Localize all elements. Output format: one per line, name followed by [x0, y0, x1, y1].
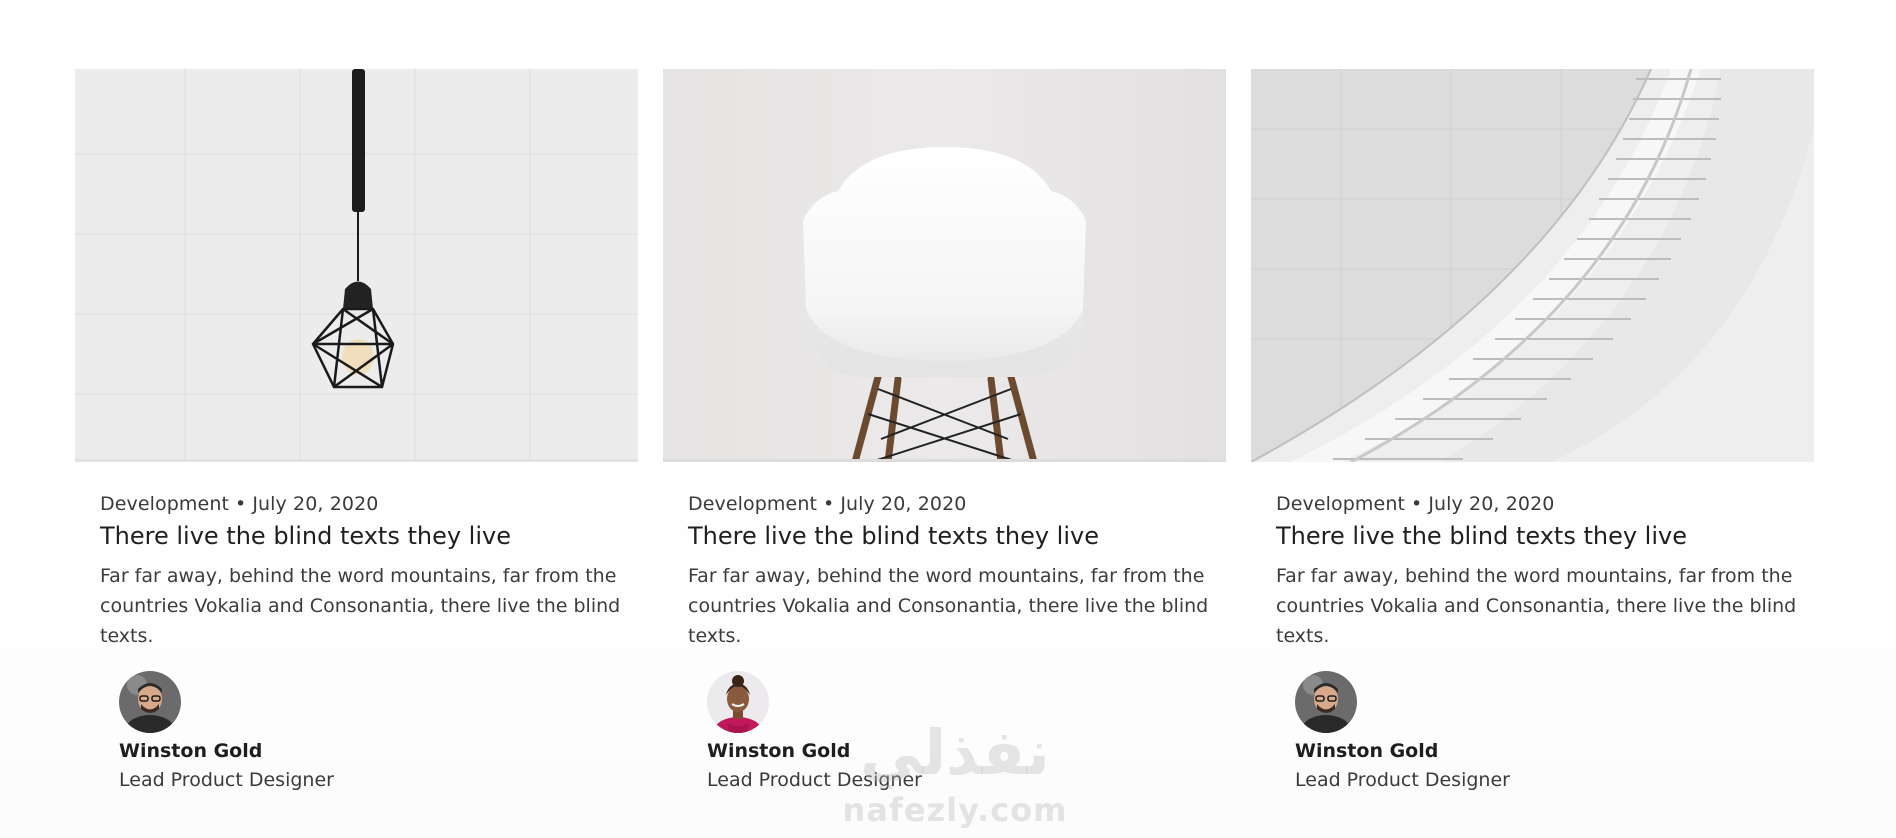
blog-card: Development • July 20, 2020 There live the…: [1251, 69, 1814, 795]
blog-card-list: Development • July 20, 2020 There live the…: [75, 69, 1814, 795]
post-excerpt: Far far away, behind the word mountains,…: [688, 565, 1209, 647]
post-excerpt: Far far away, behind the word mountains,…: [1276, 565, 1797, 647]
post-title[interactable]: There live the blind texts they live: [688, 521, 1226, 551]
watermark-latin: nafezly.com: [842, 791, 1068, 829]
spiral-staircase-image[interactable]: [1251, 69, 1814, 462]
post-title[interactable]: There live the blind texts they live: [1276, 521, 1814, 551]
post-meta: Development • July 20, 2020: [1276, 492, 1814, 516]
author-block: Winston Gold Lead Product Designer: [1295, 671, 1814, 795]
post-meta: Development • July 20, 2020: [100, 492, 638, 516]
blog-card: Development • July 20, 2020 There live the…: [663, 69, 1226, 795]
pendant-lamp-image[interactable]: [75, 69, 638, 462]
author-role: Lead Product Designer: [119, 769, 334, 791]
author-role: Lead Product Designer: [707, 769, 922, 791]
post-meta: Development • July 20, 2020: [688, 492, 1226, 516]
post-date: July 20, 2020: [1428, 493, 1555, 515]
post-category[interactable]: Development: [100, 493, 229, 515]
avatar[interactable]: [1295, 671, 1357, 733]
post-date: July 20, 2020: [840, 493, 967, 515]
author-name[interactable]: Winston Gold: [119, 737, 638, 765]
author-role: Lead Product Designer: [1295, 769, 1510, 791]
author-block: Winston Gold Lead Product Designer: [707, 671, 1226, 795]
avatar[interactable]: [119, 671, 181, 733]
author-name[interactable]: Winston Gold: [707, 737, 1226, 765]
card-body: Development • July 20, 2020 There live the…: [1251, 462, 1814, 795]
meta-separator: •: [235, 493, 247, 515]
avatar[interactable]: [707, 671, 769, 733]
blog-section: Development • July 20, 2020 There live the…: [0, 0, 1896, 838]
blog-card: Development • July 20, 2020 There live the…: [75, 69, 638, 795]
post-category[interactable]: Development: [1276, 493, 1405, 515]
post-excerpt: Far far away, behind the word mountains,…: [100, 565, 621, 647]
white-chair-image[interactable]: [663, 69, 1226, 462]
author-name[interactable]: Winston Gold: [1295, 737, 1814, 765]
card-body: Development • July 20, 2020 There live the…: [75, 462, 638, 795]
post-date: July 20, 2020: [252, 493, 379, 515]
author-block: Winston Gold Lead Product Designer: [119, 671, 638, 795]
card-body: Development • July 20, 2020 There live the…: [663, 462, 1226, 795]
meta-separator: •: [1411, 493, 1423, 515]
post-category[interactable]: Development: [688, 493, 817, 515]
meta-separator: •: [823, 493, 835, 515]
post-title[interactable]: There live the blind texts they live: [100, 521, 638, 551]
